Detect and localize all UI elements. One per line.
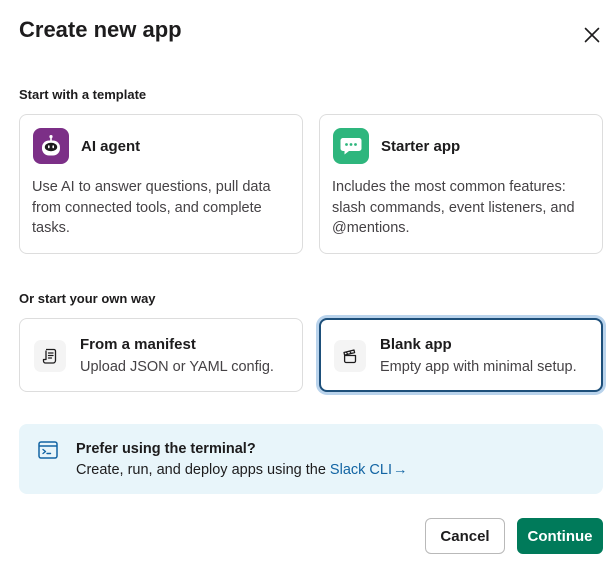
ai-agent-description: Use AI to answer questions, pull data fr… xyxy=(32,179,271,236)
slack-cli-link[interactable]: Slack CLI→ xyxy=(330,462,408,478)
cancel-button[interactable]: Cancel xyxy=(425,518,505,554)
own-way-section-label: Or start your own way xyxy=(19,291,156,306)
terminal-description-text: Create, run, and deploy apps using the xyxy=(76,462,330,478)
starter-app-title: Starter app xyxy=(381,138,461,155)
from-manifest-card[interactable]: From a manifest Upload JSON or YAML conf… xyxy=(19,318,303,392)
blank-app-title: Blank app xyxy=(380,336,452,353)
arrow-right-icon: → xyxy=(392,462,408,478)
blank-app-icon xyxy=(334,340,366,372)
robot-icon xyxy=(33,128,69,164)
blank-app-description: Empty app with minimal setup. xyxy=(380,359,577,375)
from-manifest-title: From a manifest xyxy=(80,336,196,353)
terminal-icon xyxy=(38,441,58,459)
close-icon[interactable] xyxy=(582,25,602,45)
chat-bubble-icon xyxy=(333,128,369,164)
manifest-icon xyxy=(34,340,66,372)
terminal-description: Create, run, and deploy apps using the S… xyxy=(76,462,407,478)
terminal-banner: Prefer using the terminal? Create, run, … xyxy=(19,424,603,494)
ai-agent-template-card[interactable]: AI agent Use AI to answer questions, pul… xyxy=(19,114,303,254)
starter-app-template-card[interactable]: Starter app Includes the most common fea… xyxy=(319,114,603,254)
from-manifest-description: Upload JSON or YAML config. xyxy=(80,359,274,375)
dialog-title: Create new app xyxy=(19,17,182,42)
template-section-label: Start with a template xyxy=(19,87,147,102)
slack-cli-link-text[interactable]: Slack CLI xyxy=(330,462,392,478)
blank-app-card[interactable]: Blank app Empty app with minimal setup. xyxy=(319,318,603,392)
ai-agent-title: AI agent xyxy=(81,138,141,155)
terminal-title: Prefer using the terminal? xyxy=(76,441,256,457)
starter-app-description: Includes the most common features: slash… xyxy=(332,179,575,236)
continue-button[interactable]: Continue xyxy=(517,518,603,554)
